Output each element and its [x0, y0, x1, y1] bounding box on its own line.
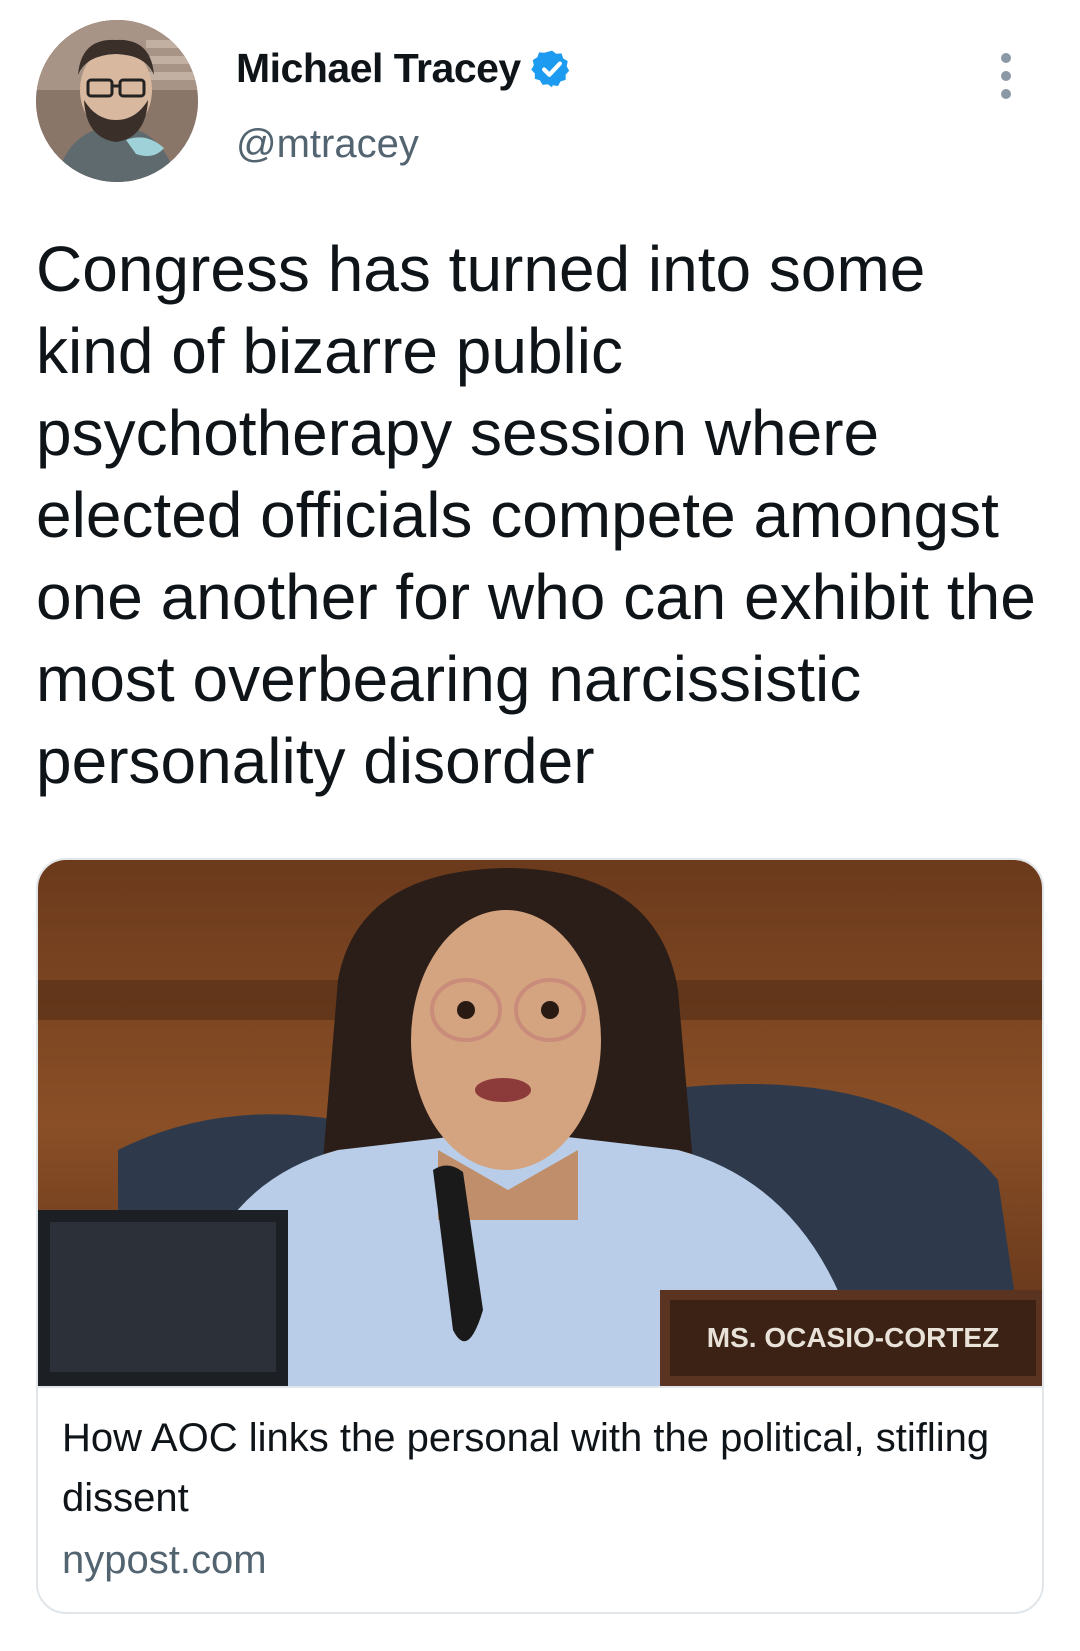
- author-name[interactable]: Michael Tracey: [236, 45, 521, 92]
- author-avatar[interactable]: [36, 20, 198, 182]
- article-photo: MS. OCASIO-CORTEZ: [38, 860, 1042, 1386]
- author-handle[interactable]: @mtracey: [236, 122, 419, 167]
- verified-badge-icon: [531, 50, 569, 87]
- link-card-image[interactable]: MS. OCASIO-CORTEZ: [38, 860, 1042, 1386]
- link-card-title[interactable]: How AOC links the personal with the poli…: [62, 1408, 1002, 1528]
- card-divider: [38, 1386, 1042, 1388]
- tweet-text: Congress has turned into some kind of bi…: [36, 233, 1036, 797]
- author-name-row[interactable]: Michael Tracey: [236, 45, 573, 92]
- more-options-icon[interactable]: [998, 50, 1014, 102]
- nameplate-text: MS. OCASIO-CORTEZ: [707, 1322, 999, 1353]
- avatar-illustration: [36, 20, 198, 182]
- link-card[interactable]: MS. OCASIO-CORTEZ How AOC links the pers…: [36, 858, 1044, 1614]
- tweet-header: Michael Tracey @mtracey: [36, 20, 1044, 190]
- link-card-domain: nypost.com: [62, 1538, 267, 1582]
